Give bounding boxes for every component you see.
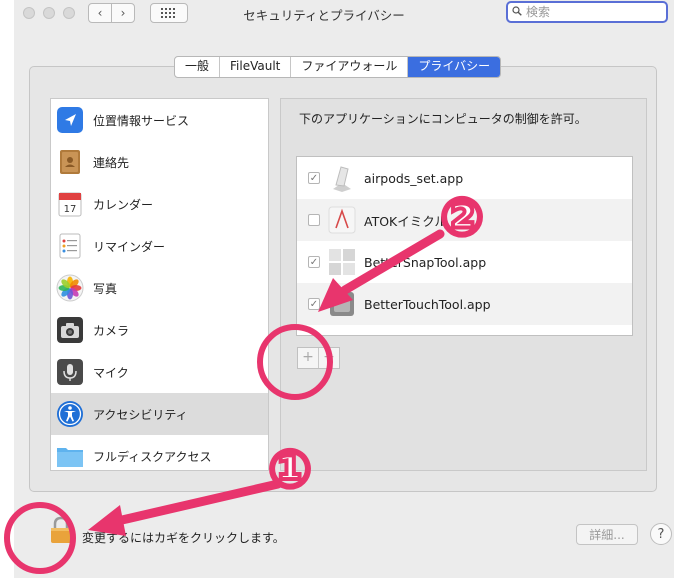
back-button[interactable]: ‹ <box>88 3 112 23</box>
preferences-window: ‹ › セキュリティとプライバシー 検索 一般 FileVault ファイアウォ… <box>14 0 674 578</box>
search-field[interactable]: 検索 <box>506 1 668 23</box>
lock-hint-text: 変更するにはカギをクリックします。 <box>82 531 285 545</box>
reminders-icon <box>56 232 84 260</box>
sidebar-item-label: 位置情報サービス <box>93 113 190 128</box>
privacy-category-list: 位置情報サービス 連絡先 17 カレンダー リマインダー 写真 カメラ マイク … <box>50 98 269 471</box>
camera-icon <box>56 316 84 344</box>
chevron-left-icon: ‹ <box>97 6 103 20</box>
sidebar-item-photos[interactable]: 写真 <box>51 267 268 309</box>
app-checkbox[interactable] <box>308 214 320 226</box>
sidebar-item-accessibility[interactable]: アクセシビリティ <box>51 393 268 435</box>
sidebar-item-label: 写真 <box>93 281 118 296</box>
app-row[interactable]: ✓ BetterTouchTool.app <box>297 283 632 325</box>
tab-firewall[interactable]: ファイアウォール <box>291 57 409 77</box>
atok-app-icon <box>328 206 356 234</box>
sidebar-item-contacts[interactable]: 連絡先 <box>51 141 268 183</box>
contacts-book-icon <box>56 148 84 176</box>
script-app-icon <box>333 166 351 192</box>
remove-app-button[interactable]: − <box>319 348 339 368</box>
search-placeholder: 検索 <box>526 5 551 19</box>
sidebar-item-label: カメラ <box>93 323 130 338</box>
location-arrow-icon <box>56 106 84 134</box>
chevron-right-icon: › <box>120 6 126 20</box>
microphone-icon <box>56 358 84 386</box>
add-remove-buttons: + − <box>297 347 340 369</box>
accessibility-icon <box>56 400 84 428</box>
window-title: セキュリティとプライバシー <box>243 8 405 23</box>
app-checkbox[interactable]: ✓ <box>308 172 320 184</box>
annotation-number-two: ② <box>438 188 486 248</box>
sidebar-item-microphone[interactable]: マイク <box>51 351 268 393</box>
sidebar-item-location[interactable]: 位置情報サービス <box>51 99 268 141</box>
minimize-window-button[interactable] <box>43 7 55 19</box>
sidebar-item-full-disk-access[interactable]: フルディスクアクセス <box>51 435 268 470</box>
forward-button[interactable]: › <box>111 3 135 23</box>
app-name: airpods_set.app <box>364 170 464 186</box>
panel-instruction: 下のアプリケーションにコンピュータの制御を許可。 <box>299 112 587 126</box>
sidebar-item-label: マイク <box>93 365 129 380</box>
calendar-icon: 17 <box>56 190 84 218</box>
app-checkbox[interactable]: ✓ <box>308 298 320 310</box>
tab-privacy[interactable]: プライバシー <box>408 57 501 77</box>
sidebar-item-label: カレンダー <box>93 197 154 212</box>
add-app-button[interactable]: + <box>298 348 319 368</box>
sidebar-item-label: リマインダー <box>93 239 166 254</box>
sidebar-item-camera[interactable]: カメラ <box>51 309 268 351</box>
app-name: ATOKイミクル <box>364 213 447 229</box>
app-name: BetterSnapTool.app <box>364 254 487 270</box>
zoom-window-button[interactable] <box>63 7 75 19</box>
tab-general[interactable]: 一般 <box>175 57 221 77</box>
grid-icon <box>161 8 175 18</box>
photos-icon <box>56 274 84 302</box>
title-bar: ‹ › セキュリティとプライバシー 検索 <box>14 0 674 26</box>
sidebar-item-label: 連絡先 <box>93 155 130 170</box>
show-all-button[interactable] <box>150 3 188 23</box>
app-name: BetterTouchTool.app <box>364 296 491 312</box>
bettertouchtool-app-icon <box>330 292 354 316</box>
lock-icon[interactable] <box>50 516 72 544</box>
sidebar-item-label: フルディスクアクセス <box>93 449 212 464</box>
app-checkbox[interactable]: ✓ <box>308 256 320 268</box>
annotation-number-one: ① <box>266 440 314 500</box>
accessibility-panel: 下のアプリケーションにコンピュータの制御を許可。 ✓ airpods_set.a… <box>280 98 647 471</box>
search-icon <box>512 6 522 16</box>
sidebar-item-calendar[interactable]: 17 カレンダー <box>51 183 268 225</box>
folder-icon <box>56 442 84 470</box>
svg-text:17: 17 <box>64 204 77 215</box>
sidebar-item-label: アクセシビリティ <box>93 407 188 422</box>
bettersnaptool-app-icon <box>329 249 355 275</box>
advanced-button[interactable]: 詳細... <box>576 524 638 545</box>
sidebar-item-reminders[interactable]: リマインダー <box>51 225 268 267</box>
tab-filevault[interactable]: FileVault <box>220 57 292 77</box>
help-button[interactable]: ? <box>650 523 672 545</box>
tab-bar: 一般 FileVault ファイアウォール プライバシー <box>174 56 502 78</box>
close-window-button[interactable] <box>23 7 35 19</box>
